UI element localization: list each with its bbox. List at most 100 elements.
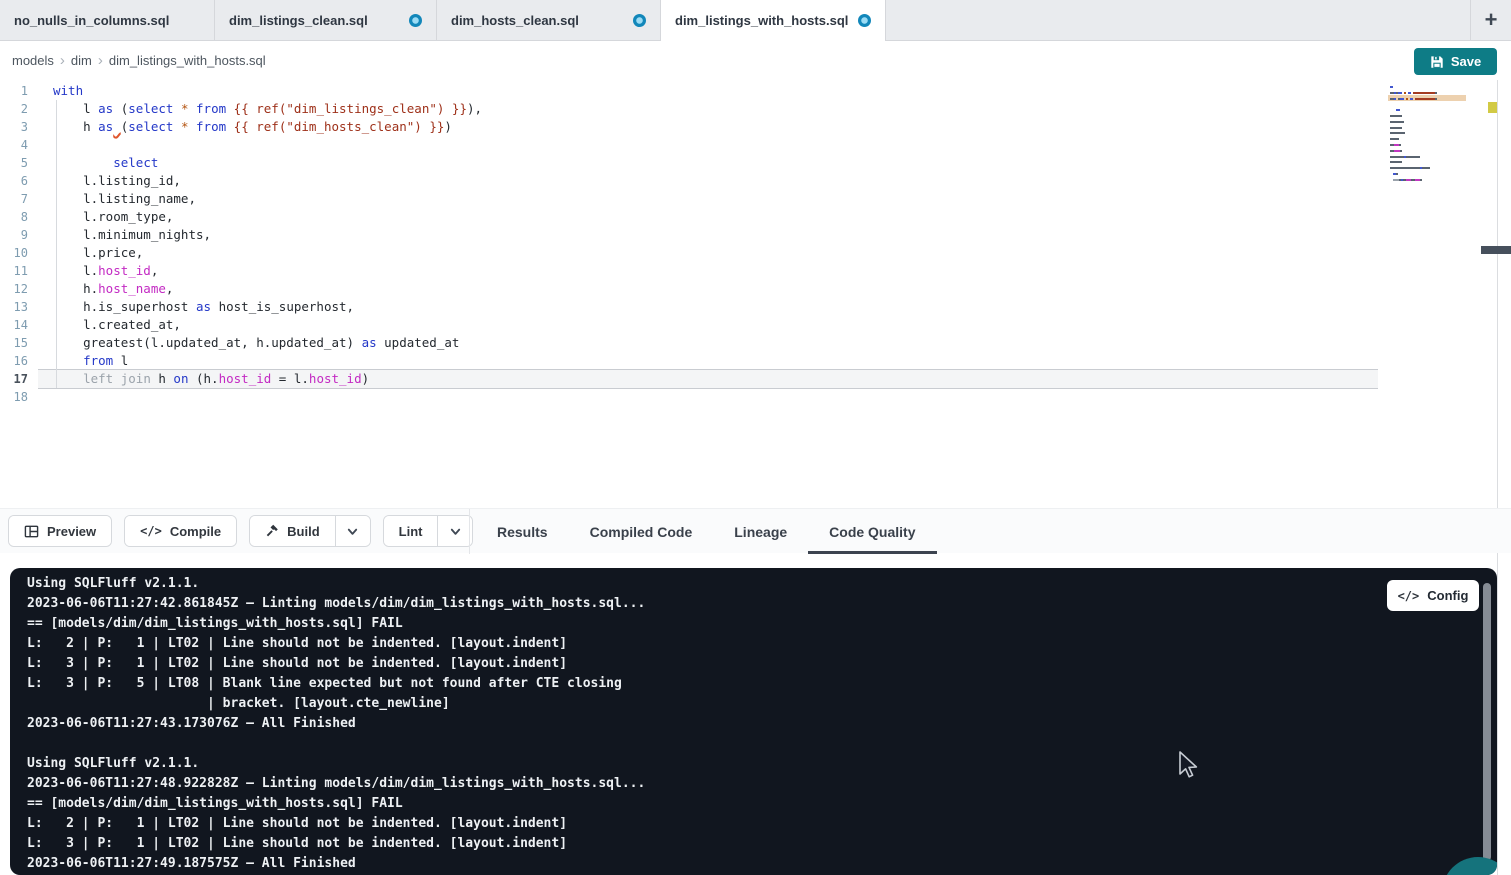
terminal-line: == [models/dim/dim_listings_with_hosts.s…	[27, 794, 645, 814]
panel-tab-label: Compiled Code	[590, 524, 693, 540]
editor-row[interactable]: 11 l.host_id,	[0, 262, 1378, 280]
compile-button[interactable]: </>Compile	[125, 516, 236, 546]
button-label: Compile	[170, 524, 221, 539]
line-number: 13	[0, 298, 28, 316]
build-dropdown-button[interactable]	[335, 516, 370, 546]
file-tab-label: no_nulls_in_columns.sql	[14, 13, 169, 28]
minimap[interactable]	[1390, 86, 1470, 206]
code-line[interactable]	[38, 136, 1378, 154]
minimap-line	[1390, 109, 1400, 111]
editor-toolbar: Preview </>Compile Build Lint Results Compil…	[0, 508, 1511, 553]
code-line[interactable]: l.listing_name,	[38, 190, 1378, 208]
compile-button-group: </>Compile	[124, 515, 237, 547]
code-line[interactable]: l.listing_id,	[38, 172, 1378, 190]
tab-code-quality[interactable]: Code Quality	[808, 509, 936, 554]
file-tab-dim-hosts-clean-sql[interactable]: dim_hosts_clean.sql	[437, 0, 661, 40]
file-tab-dim-listings-clean-sql[interactable]: dim_listings_clean.sql	[215, 0, 437, 40]
terminal-line: == [models/dim/dim_listings_with_hosts.s…	[27, 614, 645, 634]
save-button[interactable]: Save	[1414, 48, 1497, 75]
unsaved-dot-icon	[858, 14, 871, 27]
minimap-line	[1390, 167, 1430, 169]
code-line[interactable]: l.minimum_nights,	[38, 226, 1378, 244]
code-line[interactable]: h.host_name,	[38, 280, 1378, 298]
editor-row[interactable]: 12 h.host_name,	[0, 280, 1378, 298]
save-floppy-icon	[1430, 55, 1444, 69]
tab-lineage[interactable]: Lineage	[713, 509, 808, 554]
editor-row[interactable]: 7 l.listing_name,	[0, 190, 1378, 208]
breadcrumb: models›dim›dim_listings_with_hosts.sql S…	[0, 41, 1511, 80]
code-line[interactable]: greatest(l.updated_at, h.updated_at) as …	[38, 334, 1378, 352]
file-tab-label: dim_listings_with_hosts.sql	[675, 13, 848, 28]
code-line[interactable]: with	[38, 82, 1378, 100]
terminal-scrollbar-thumb[interactable]	[1483, 583, 1491, 861]
build-button[interactable]: Build	[250, 516, 335, 546]
code-line[interactable]: l as (select * from {{ ref("dim_listings…	[38, 100, 1378, 118]
toolbar-divider	[469, 509, 470, 554]
config-button-label: Config	[1427, 588, 1468, 603]
code-line[interactable]: l.created_at,	[38, 316, 1378, 334]
line-number: 3	[0, 118, 28, 136]
preview-button[interactable]: Preview	[9, 516, 111, 546]
scroll-annotation-marker	[1488, 102, 1497, 113]
file-tab-dim-listings-with-hosts-sql[interactable]: dim_listings_with_hosts.sql	[661, 0, 886, 41]
code-line[interactable]: l.host_id,	[38, 262, 1378, 280]
chevron-down-icon	[346, 525, 359, 538]
breadcrumb-item-dim[interactable]: dim	[71, 53, 92, 68]
editor-row[interactable]: 18	[0, 388, 1378, 406]
line-number: 7	[0, 190, 28, 208]
line-number: 17	[0, 370, 28, 388]
editor-row[interactable]: 9 l.minimum_nights,	[0, 226, 1378, 244]
button-label: Build	[287, 524, 320, 539]
code-line[interactable]	[38, 388, 1378, 406]
code-line[interactable]: h.is_superhost as host_is_superhost,	[38, 298, 1378, 316]
minimap-line	[1390, 115, 1402, 117]
editor-row[interactable]: 3 h as (select * from {{ ref("dim_hosts_…	[0, 118, 1378, 136]
tab-results[interactable]: Results	[476, 509, 569, 554]
lint-output-terminal[interactable]: Using SQLFluff v2.1.1.2023-06-06T11:27:4…	[10, 568, 1497, 875]
code-line[interactable]: left join h on (h.host_id = l.host_id)	[38, 370, 1378, 388]
editor-row[interactable]: 6 l.listing_id,	[0, 172, 1378, 190]
code-line[interactable]: l.price,	[38, 244, 1378, 262]
code-rows: 1with2 l as (select * from {{ ref("dim_l…	[0, 82, 1378, 406]
terminal-line: 2023-06-06T11:27:49.187575Z — All Finish…	[27, 854, 645, 874]
editor-row[interactable]: 1with	[0, 82, 1378, 100]
line-number: 16	[0, 352, 28, 370]
terminal-line: L: 3 | P: 5 | LT08 | Blank line expected…	[27, 674, 645, 694]
breadcrumb-item-models[interactable]: models	[12, 53, 54, 68]
line-number: 12	[0, 280, 28, 298]
panel-tabs: Results Compiled Code LineageCode Quality	[476, 509, 937, 554]
new-tab-button[interactable]: +	[1470, 0, 1511, 40]
tab-compiled-code[interactable]: Compiled Code	[569, 509, 714, 554]
editor-row[interactable]: 13 h.is_superhost as host_is_superhost,	[0, 298, 1378, 316]
terminal-lines: Using SQLFluff v2.1.1.2023-06-06T11:27:4…	[27, 574, 645, 874]
minimap-line	[1390, 156, 1420, 158]
code-line[interactable]: select	[38, 154, 1378, 172]
line-number: 15	[0, 334, 28, 352]
code-line[interactable]: from l	[38, 352, 1378, 370]
lint-button[interactable]: Lint	[384, 516, 438, 546]
code-editor[interactable]: 1with2 l as (select * from {{ ref("dim_l…	[0, 80, 1511, 508]
code-line[interactable]: l.room_type,	[38, 208, 1378, 226]
minimap-line	[1390, 127, 1402, 129]
minimap-line	[1390, 173, 1398, 175]
pane-scrollbar-thumb[interactable]	[1481, 246, 1511, 254]
editor-row[interactable]: 16 from l	[0, 352, 1378, 370]
editor-row[interactable]: 2 l as (select * from {{ ref("dim_listin…	[0, 100, 1378, 118]
editor-row[interactable]: 8 l.room_type,	[0, 208, 1378, 226]
breadcrumb-item-dim-listings-with-hosts-sql[interactable]: dim_listings_with_hosts.sql	[109, 53, 266, 68]
config-button[interactable]: </> Config	[1387, 580, 1479, 611]
minimap-line	[1390, 138, 1399, 140]
editor-row[interactable]: 14 l.created_at,	[0, 316, 1378, 334]
editor-row[interactable]: 17 left join h on (h.host_id = l.host_id…	[0, 370, 1378, 388]
editor-row[interactable]: 5 select	[0, 154, 1378, 172]
editor-row[interactable]: 4	[0, 136, 1378, 154]
editor-row[interactable]: 15 greatest(l.updated_at, h.updated_at) …	[0, 334, 1378, 352]
panel-tab-label: Results	[497, 524, 548, 540]
line-number: 4	[0, 136, 28, 154]
lint-dropdown-button[interactable]	[437, 516, 472, 546]
unsaved-dot-icon	[409, 14, 422, 27]
editor-row[interactable]: 10 l.price,	[0, 244, 1378, 262]
help-bubble-button[interactable]	[1442, 857, 1497, 875]
code-line[interactable]: h as (select * from {{ ref("dim_hosts_cl…	[38, 118, 1378, 136]
file-tab-no-nulls-in-columns-sql[interactable]: no_nulls_in_columns.sql	[0, 0, 215, 40]
